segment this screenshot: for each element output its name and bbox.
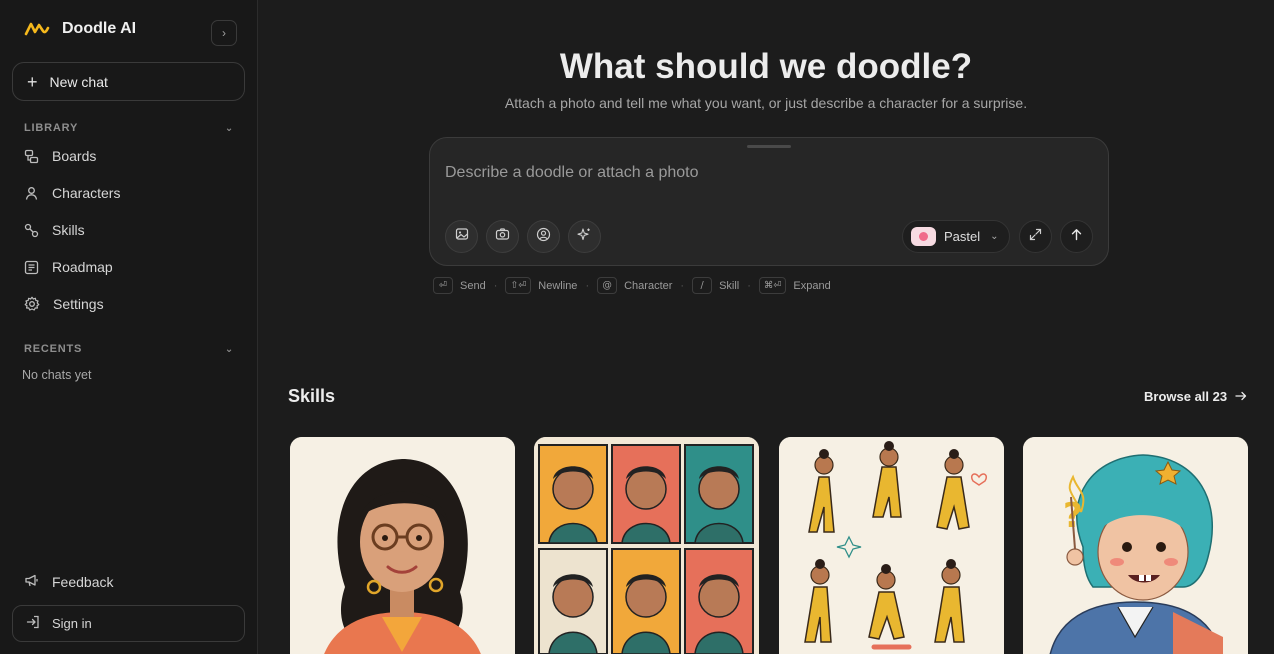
send-button[interactable] (1060, 220, 1093, 253)
skill-card-image: ? (1023, 437, 1248, 654)
skill-card-image (779, 437, 1004, 654)
hint-label: Newline (538, 279, 578, 292)
chevron-down-icon: ⌄ (224, 343, 234, 355)
collapse-sidebar-button[interactable]: › (211, 20, 237, 46)
separator: · (585, 279, 590, 292)
skills-icon (24, 223, 39, 238)
user-icon (24, 186, 39, 201)
feedback-label: Feedback (52, 574, 114, 590)
sign-in-label: Sign in (52, 616, 92, 631)
style-label: Pastel (944, 229, 981, 244)
user-circle-icon (536, 227, 551, 247)
gear-icon (24, 296, 40, 312)
browse-all-link[interactable]: Browse all 23 (1144, 389, 1247, 404)
sidebar-item-label: Settings (53, 296, 104, 312)
library-heading[interactable]: LIBRARY ⌄ (24, 122, 234, 134)
separator: · (493, 279, 498, 292)
roadmap-icon (24, 260, 39, 275)
chevron-down-icon: ⌄ (224, 122, 234, 134)
main-content: What should we doodle? Attach a photo an… (258, 0, 1274, 654)
character-button[interactable] (527, 220, 560, 253)
hint-key: / (692, 277, 713, 294)
hint-expand: ⌘⏎ Expand (758, 277, 831, 294)
new-chat-label: New chat (49, 73, 108, 90)
recents-empty-text: No chats yet (22, 368, 92, 382)
magic-button[interactable] (568, 220, 601, 253)
sidebar-item-skills[interactable]: Skills (24, 222, 85, 238)
hint-skill: / Skill (692, 277, 739, 294)
library-heading-label: LIBRARY (24, 122, 79, 134)
skill-card-image (534, 437, 759, 654)
sign-in-icon (26, 615, 40, 632)
boards-icon (24, 149, 39, 164)
attach-image-button[interactable] (445, 220, 478, 253)
expand-icon (1029, 228, 1042, 246)
brand-name: Doodle AI (62, 20, 137, 37)
sidebar-item-roadmap[interactable]: Roadmap (24, 259, 113, 275)
arrow-up-icon (1070, 228, 1083, 246)
hint-key: ⌘⏎ (758, 277, 787, 294)
page-subtitle: Attach a photo and tell me what you want… (504, 95, 1028, 111)
sidebar-item-label: Skills (52, 222, 85, 238)
sign-in-button[interactable]: Sign in (12, 605, 245, 642)
prompt-input[interactable] (445, 164, 1085, 182)
hint-newline: ⇧⏎ Newline (505, 277, 577, 294)
camera-button[interactable] (486, 220, 519, 253)
skill-card[interactable]: ? (1023, 437, 1248, 654)
separator: · (747, 279, 751, 292)
sidebar-item-label: Boards (52, 148, 97, 164)
expand-button[interactable] (1019, 220, 1052, 253)
megaphone-icon (24, 573, 40, 591)
hint-label: Expand (793, 279, 831, 292)
hint-character: @ Character (597, 277, 672, 294)
skill-card-image (290, 437, 515, 654)
hint-key: @ (597, 277, 618, 294)
sidebar-item-settings[interactable]: Settings (24, 296, 104, 312)
hint-send: ⏎ Send (433, 277, 486, 294)
skill-card[interactable] (534, 437, 759, 654)
plus-icon: + (27, 71, 38, 92)
resize-handle[interactable] (747, 145, 791, 148)
composer: Pastel ⌄ (429, 137, 1109, 266)
skill-card[interactable] (779, 437, 1004, 654)
image-icon (455, 227, 469, 246)
sparkles-icon (577, 227, 592, 247)
sidebar-item-label: Characters (52, 185, 121, 201)
hint-label: Skill (719, 279, 740, 292)
separator: · (680, 279, 685, 292)
style-swatch (911, 227, 936, 246)
hint-key: ⇧⏎ (505, 277, 532, 294)
chevron-down-icon: ⌄ (990, 231, 999, 242)
skills-section-title: Skills (288, 386, 336, 406)
recents-heading-label: RECENTS (24, 343, 83, 355)
hint-label: Send (460, 279, 486, 292)
hint-key: ⏎ (433, 277, 453, 294)
sidebar-item-label: Roadmap (52, 259, 113, 275)
skill-card[interactable] (290, 437, 515, 654)
chevron-right-icon: › (222, 26, 226, 40)
page-title: What should we doodle? (559, 47, 973, 86)
doodle-logo-icon (24, 20, 50, 38)
style-swatch-dot (919, 232, 928, 241)
brand[interactable]: Doodle AI (24, 20, 136, 38)
hint-label: Character (624, 279, 673, 292)
keyboard-hints: ⏎ Send · ⇧⏎ Newline · @ Character · / Sk… (433, 277, 831, 294)
camera-icon (495, 227, 510, 246)
browse-all-label: Browse all 23 (1144, 389, 1228, 404)
new-chat-button[interactable]: + New chat (12, 62, 245, 101)
style-dropdown[interactable]: Pastel ⌄ (902, 220, 1010, 253)
sidebar: Doodle AI › + New chat LIBRARY ⌄ Boards … (0, 0, 258, 654)
arrow-right-icon (1235, 389, 1247, 404)
feedback-button[interactable]: Feedback (24, 573, 113, 591)
recents-heading[interactable]: RECENTS ⌄ (24, 343, 234, 355)
sidebar-item-characters[interactable]: Characters (24, 185, 120, 201)
sidebar-item-boards[interactable]: Boards (24, 148, 96, 164)
